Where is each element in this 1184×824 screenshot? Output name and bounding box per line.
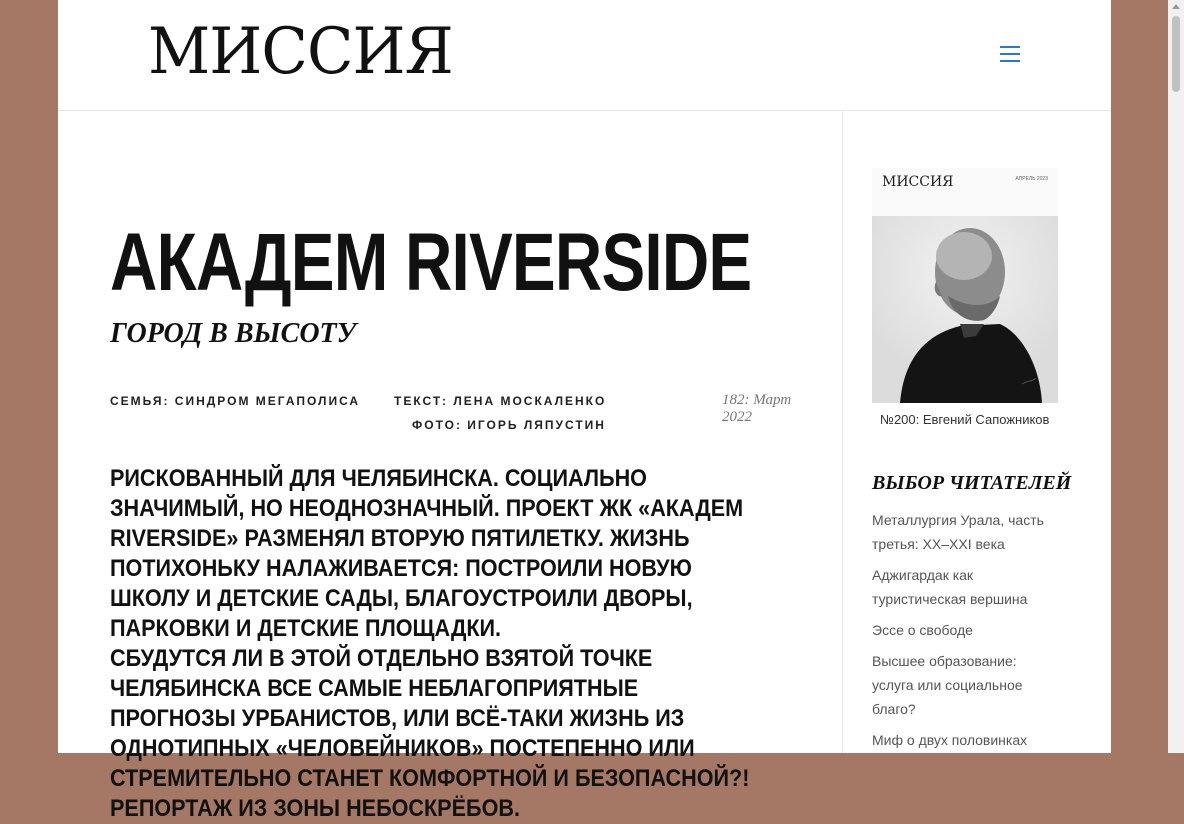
- list-item[interactable]: Эссе о свободе: [872, 618, 1058, 642]
- lead-paragraph-2: Сбудутся ли в этой отдельно взятой точке…: [110, 645, 750, 822]
- list-item[interactable]: Миф о двух половинках: [872, 728, 1058, 752]
- issue-info[interactable]: 182: Март 2022: [722, 392, 820, 426]
- article-subtitle: ГОРОД В ВЫСОТУ: [110, 318, 357, 349]
- cover-header: МИССИЯ АПРЕЛЬ 2023: [872, 168, 1058, 216]
- content-divider: [842, 110, 843, 753]
- list-item[interactable]: Аджигардак как туристическая вершина: [872, 563, 1058, 611]
- cover-date: АПРЕЛЬ 2023: [1015, 176, 1048, 182]
- scrollbar-thumb[interactable]: [1172, 16, 1180, 92]
- cover-photo: [872, 216, 1058, 403]
- scroll-up-arrow-icon[interactable]: [1172, 4, 1180, 9]
- magazine-cover[interactable]: МИССИЯ АПРЕЛЬ 2023: [872, 168, 1058, 403]
- page: МИССИЯ АКАДЕМ RIVERSIDE ГОРОД В ВЫСОТУ С…: [58, 0, 1111, 822]
- list-item[interactable]: Высшее образование: услуга или социально…: [872, 649, 1058, 721]
- article-title: АКАДЕМ RIVERSIDE: [110, 217, 752, 308]
- cover-logo: МИССИЯ: [882, 174, 954, 190]
- site-header: МИССИЯ: [58, 0, 1111, 111]
- lead-paragraph-1: Рискованный для Челябинска. Социально зн…: [110, 465, 744, 642]
- scrollbar[interactable]: [1168, 0, 1184, 753]
- readers-choice-title: ВЫБОР ЧИТАТЕЛЕЙ: [872, 472, 1072, 494]
- list-item[interactable]: Металлургия Урала, часть третья: XX–XXI …: [872, 508, 1058, 556]
- site-logo[interactable]: МИССИЯ: [148, 20, 454, 84]
- article-section[interactable]: СЕМЬЯ: СИНДРОМ МЕГАПОЛИСА: [110, 394, 360, 408]
- photo-credit: ФОТО: ИГОРЬ ЛЯПУСТИН: [412, 418, 606, 432]
- hamburger-menu-icon[interactable]: [1000, 46, 1020, 62]
- readers-choice-list: Металлургия Урала, часть третья: XX–XXI …: [872, 508, 1058, 759]
- cover-caption[interactable]: №200: Евгений Сапожников: [880, 412, 1049, 427]
- text-credit: ТЕКСТ: ЛЕНА МОСКАЛЕНКО: [394, 394, 607, 408]
- portrait-image: [872, 216, 1058, 403]
